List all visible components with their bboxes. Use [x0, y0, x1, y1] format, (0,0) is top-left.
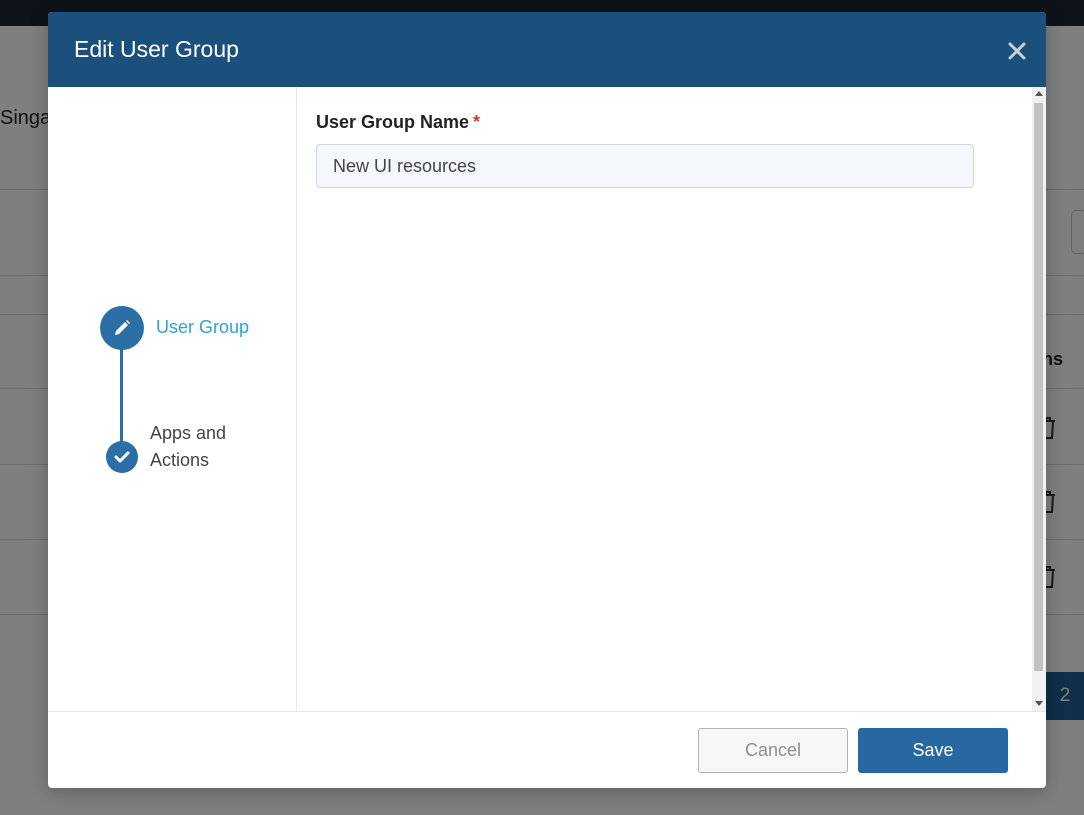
modal-footer: Cancel Save — [48, 711, 1046, 788]
required-mark: * — [473, 112, 481, 132]
group-name-label-text: User Group Name — [316, 112, 470, 132]
step-user-group-indicator[interactable] — [100, 306, 144, 350]
scroll-up-arrow-icon[interactable] — [1035, 91, 1043, 96]
scroll-down-arrow-icon[interactable] — [1035, 701, 1043, 706]
step-user-group-label[interactable]: User Group — [156, 317, 249, 338]
step-connector — [120, 349, 123, 445]
pencil-icon — [115, 320, 130, 335]
group-name-label: User Group Name * — [316, 112, 480, 133]
group-name-input[interactable] — [316, 144, 974, 188]
cancel-button[interactable]: Cancel — [698, 728, 848, 773]
modal-header: Edit User Group — [48, 12, 1046, 87]
scroll-thumb[interactable] — [1034, 103, 1043, 671]
close-icon[interactable] — [1004, 38, 1030, 64]
step-apps-actions-indicator[interactable] — [106, 441, 138, 473]
step-apps-actions-label[interactable]: Apps and Actions — [150, 420, 270, 474]
form-content: User Group Name * — [298, 87, 1032, 711]
save-button[interactable]: Save — [858, 728, 1008, 773]
check-icon — [114, 451, 130, 463]
content-scrollbar[interactable] — [1032, 87, 1046, 711]
modal-title: Edit User Group — [74, 36, 239, 62]
stepper-panel: User Group Apps and Actions — [48, 87, 297, 711]
edit-user-group-modal: Edit User Group User Group Apps and Acti… — [48, 12, 1046, 788]
